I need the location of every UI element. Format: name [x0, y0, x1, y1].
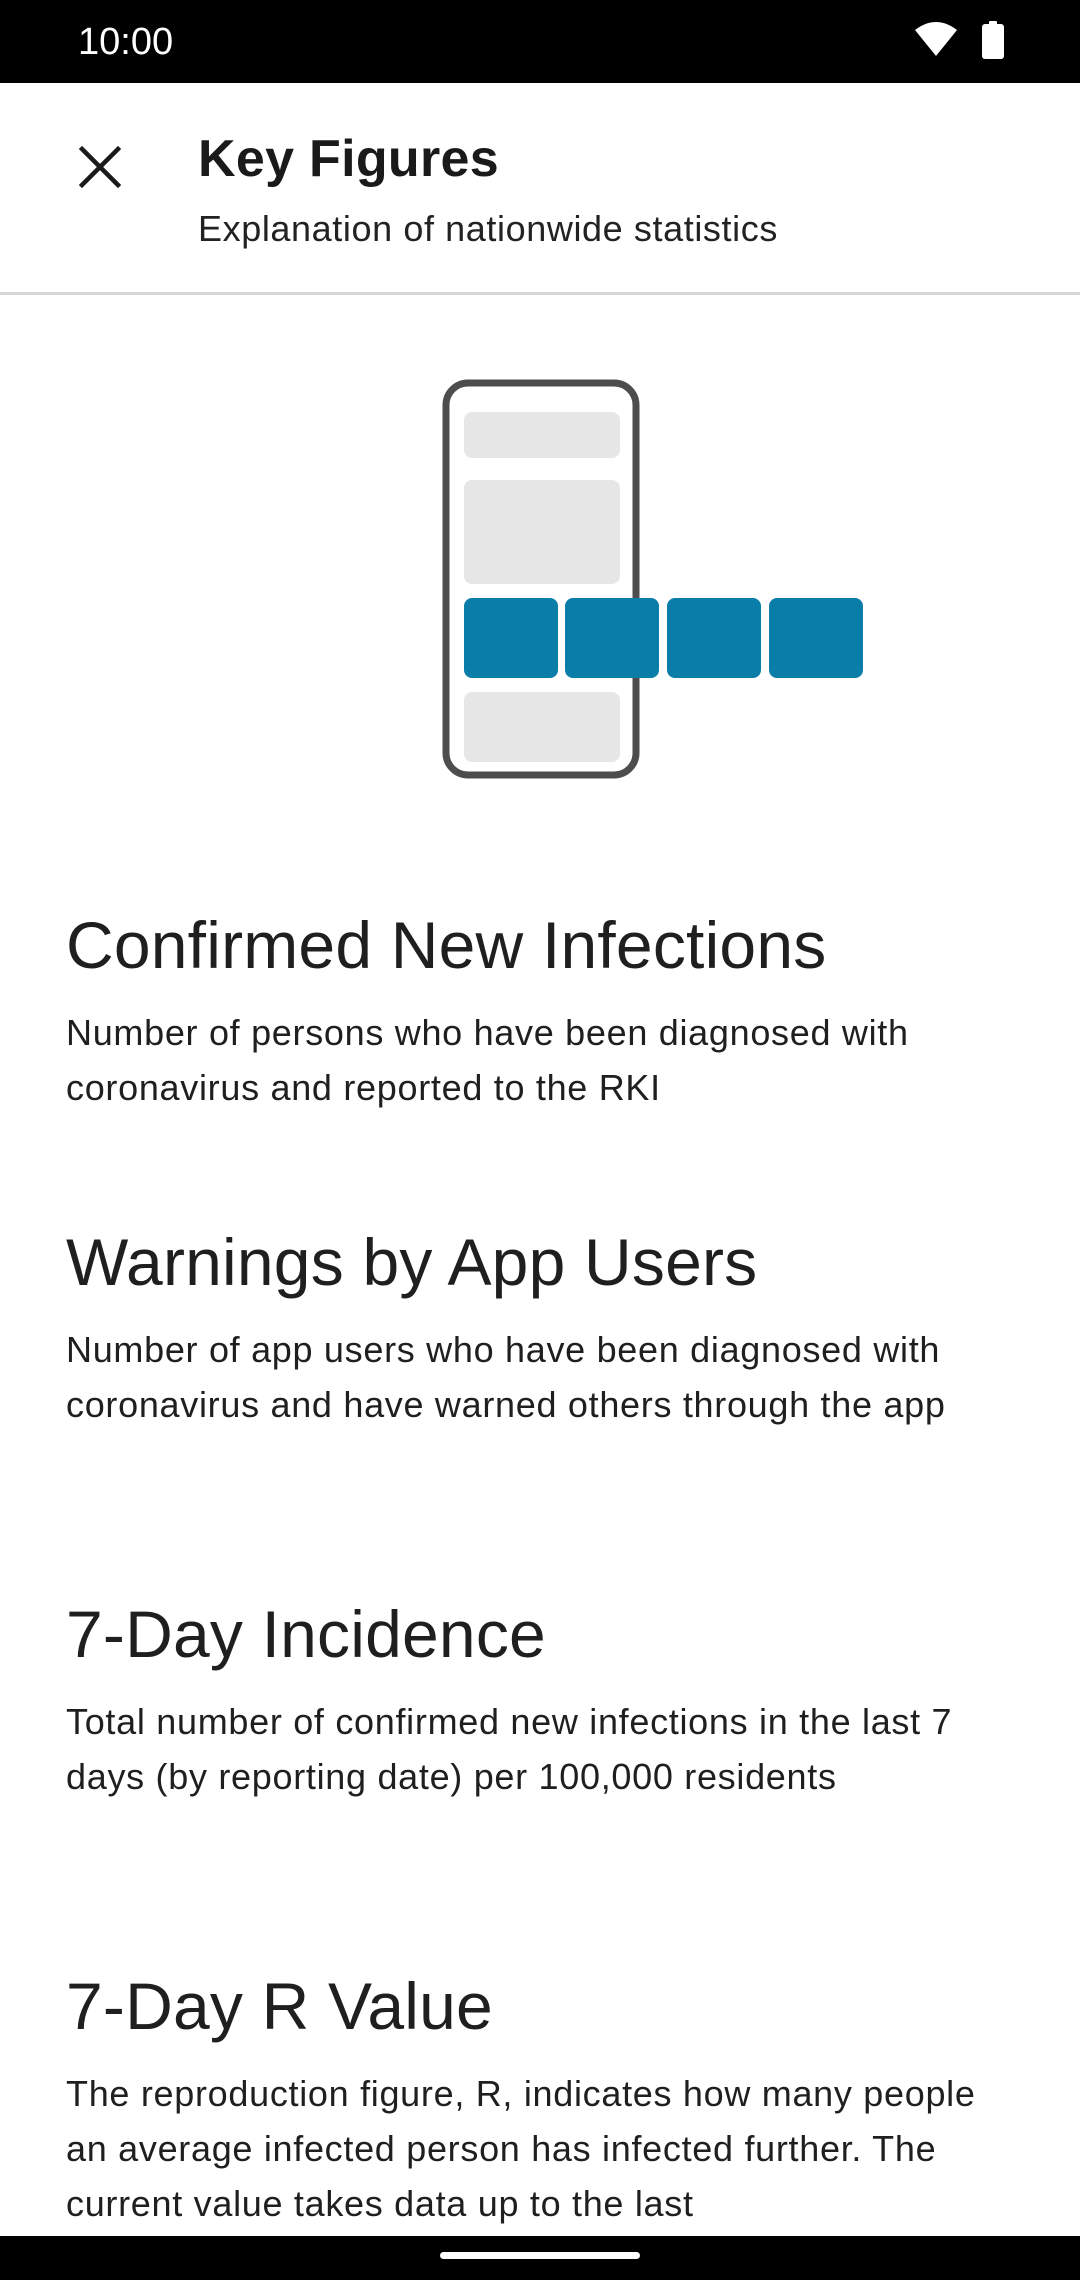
close-icon [78, 145, 122, 194]
page-subtitle: Explanation of nationwide statistics [198, 208, 778, 249]
section-warnings-by-app-users: Warnings by App Users Number of app user… [66, 1222, 1016, 1432]
battery-icon [982, 20, 1004, 64]
section-7-day-r-value: 7-Day R Value The reproduction figure, R… [66, 1966, 1016, 2231]
section-heading: Warnings by App Users [66, 1225, 758, 1299]
section-text: Number of persons who have been diagnose… [66, 1012, 909, 1108]
section-confirmed-new-infections: Confirmed New Infections Number of perso… [66, 905, 1016, 1115]
section-7-day-incidence: 7-Day Incidence Total number of confirme… [66, 1594, 1016, 1804]
close-button[interactable] [48, 117, 152, 221]
section-text: The reproduction figure, R, indicates ho… [66, 2073, 976, 2224]
section-heading: Confirmed New Infections [66, 908, 827, 982]
toolbar-divider [0, 292, 1080, 295]
wifi-icon [914, 21, 958, 63]
section-heading: 7-Day R Value [66, 1969, 493, 2043]
section-heading: 7-Day Incidence [66, 1597, 546, 1671]
phone-key-figures-illustration [430, 372, 870, 792]
section-text: Number of app users who have been diagno… [66, 1329, 946, 1425]
navigation-bar [0, 2236, 1080, 2280]
status-bar: 10:00 [0, 0, 1080, 83]
status-icons [914, 20, 1004, 64]
status-time: 10:00 [78, 21, 174, 63]
home-handle[interactable] [440, 2252, 640, 2259]
page-title: Key Figures [198, 130, 499, 188]
toolbar: Key Figures Explanation of nationwide st… [0, 83, 1080, 293]
section-text: Total number of confirmed new infections… [66, 1701, 953, 1797]
